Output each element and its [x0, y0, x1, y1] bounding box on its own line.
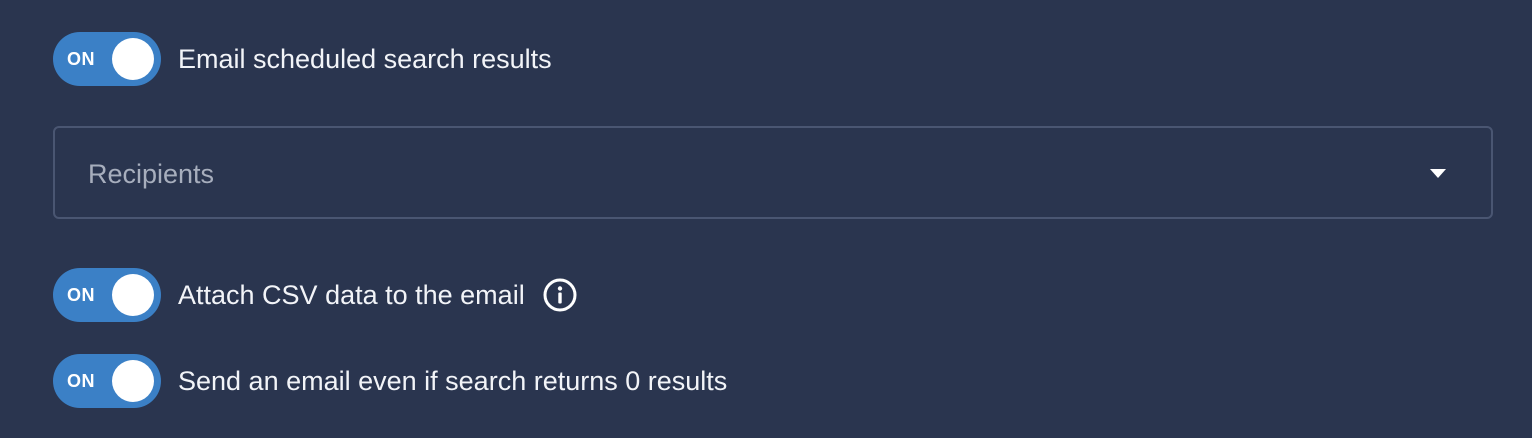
info-circle-icon[interactable] [543, 278, 577, 312]
info-circle-graphic [543, 278, 577, 312]
toggle-state-label: ON [67, 371, 95, 391]
toggle-state-label: ON [67, 285, 95, 305]
email-results-label: Email scheduled search results [178, 44, 552, 74]
scheduled-search-email-settings: ON Email scheduled search results Recipi… [0, 0, 1532, 438]
email-results-toggle[interactable]: ON [53, 32, 161, 86]
toggle-state-label: ON [67, 49, 95, 69]
caret-down-icon [1430, 169, 1446, 178]
toggle-knob [112, 38, 154, 80]
send-empty-toggle[interactable]: ON [53, 354, 161, 408]
attach-csv-toggle[interactable]: ON [53, 268, 161, 322]
recipients-dropdown[interactable]: Recipients [53, 126, 1493, 219]
recipients-placeholder: Recipients [88, 159, 215, 189]
toggle-knob [112, 360, 154, 402]
email-results-row: ON Email scheduled search results [53, 32, 552, 86]
attach-csv-label: Attach CSV data to the email [178, 280, 525, 310]
toggle-knob [112, 274, 154, 316]
attach-csv-row: ON Attach CSV data to the email [53, 268, 577, 322]
send-empty-row: ON Send an email even if search returns … [53, 354, 727, 408]
send-empty-label: Send an email even if search returns 0 r… [178, 366, 728, 396]
